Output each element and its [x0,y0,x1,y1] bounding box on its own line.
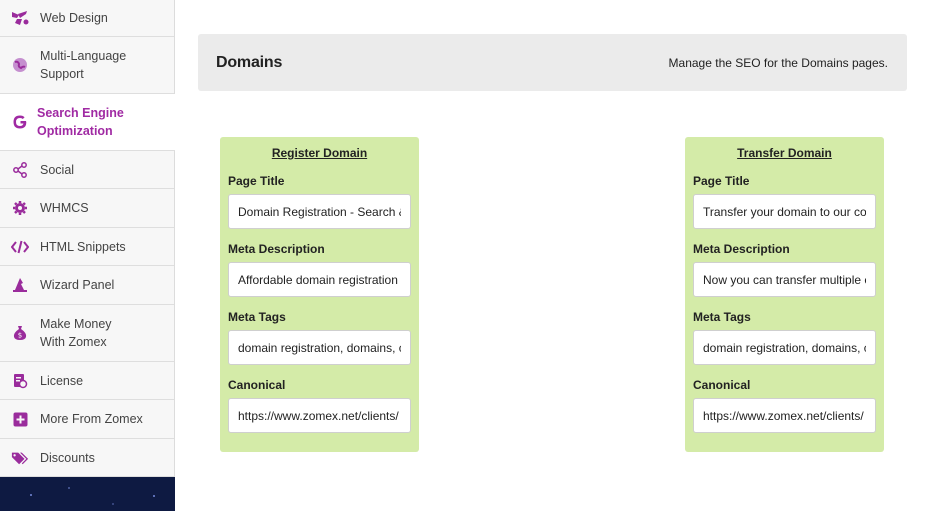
plus-square-icon [11,410,29,428]
globe-icon [11,56,29,74]
sidebar-item-label: HTML Snippets [40,239,126,254]
meta-description-label: Meta Description [228,242,325,256]
sidebar-item-html-snippets[interactable]: HTML Snippets [0,228,174,266]
sidebar-item-label: Multi-Language Support [40,49,127,81]
canonical-input[interactable] [693,398,876,433]
sidebar-item-license[interactable]: License [0,362,174,400]
page-title: Domains [216,53,283,71]
wizard-hat-icon [11,276,29,294]
section-header: Domains Manage the SEO for the Domains p… [198,34,907,91]
sidebar-item-label: Make Money With Zomex [40,317,112,349]
share-icon [11,161,29,179]
canonical-input[interactable] [228,398,411,433]
svg-text:$: $ [18,332,22,340]
register-domain-card: Register Domain Page Title Meta Descript… [220,137,419,452]
card-title: Register Domain [271,146,368,160]
canonical-label: Canonical [228,378,286,392]
gear-icon [11,199,29,217]
tags-icon [11,449,29,467]
sidebar-item-multi-language[interactable]: Multi-Language Support [0,37,174,94]
google-icon [11,113,29,131]
sidebar-item-label: Search Engine Optimization [37,106,124,138]
sidebar-item-discounts[interactable]: Discounts [0,439,174,477]
card-title: Transfer Domain [737,146,832,160]
meta-tags-label: Meta Tags [228,310,286,324]
sidebar-item-wizard-panel[interactable]: Wizard Panel [0,266,174,305]
code-icon [11,238,29,256]
meta-description-input[interactable] [228,262,411,297]
sidebar-item-web-design[interactable]: Web Design [0,0,174,37]
sidebar-item-more-from-zomex[interactable]: More From Zomex [0,400,174,439]
page-title-input[interactable] [228,194,411,229]
sidebar-item-whmcs[interactable]: WHMCS [0,189,174,228]
sidebar-item-label: Discounts [40,450,95,465]
paint-icon [11,9,29,27]
page-title-input[interactable] [693,194,876,229]
license-icon [11,372,29,390]
sidebar-item-social[interactable]: Social [0,151,174,189]
sidebar-footer-banner [0,477,175,511]
canonical-label: Canonical [693,378,751,392]
sidebar-item-label: License [40,373,84,388]
sidebar: Web Design Multi-Language Support Search… [0,0,175,511]
section-description: Manage the SEO for the Domains pages. [668,55,888,70]
sidebar-item-label: WHMCS [40,201,89,215]
sidebar-item-seo[interactable]: Search Engine Optimization [0,94,175,151]
sidebar-item-label: Wizard Panel [40,278,115,292]
meta-description-label: Meta Description [693,242,790,256]
meta-description-input[interactable] [693,262,876,297]
transfer-domain-card: Transfer Domain Page Title Meta Descript… [685,137,884,452]
sidebar-item-label: Web Design [40,11,108,25]
money-bag-icon: $ [11,324,29,342]
meta-tags-input[interactable] [228,330,411,365]
meta-tags-label: Meta Tags [693,310,751,324]
sidebar-item-label: Social [40,162,75,177]
sidebar-item-make-money[interactable]: $ Make Money With Zomex [0,305,174,362]
page-title-label: Page Title [228,174,285,188]
sidebar-item-label: More From Zomex [40,412,143,426]
page-title-label: Page Title [693,174,750,188]
meta-tags-input[interactable] [693,330,876,365]
